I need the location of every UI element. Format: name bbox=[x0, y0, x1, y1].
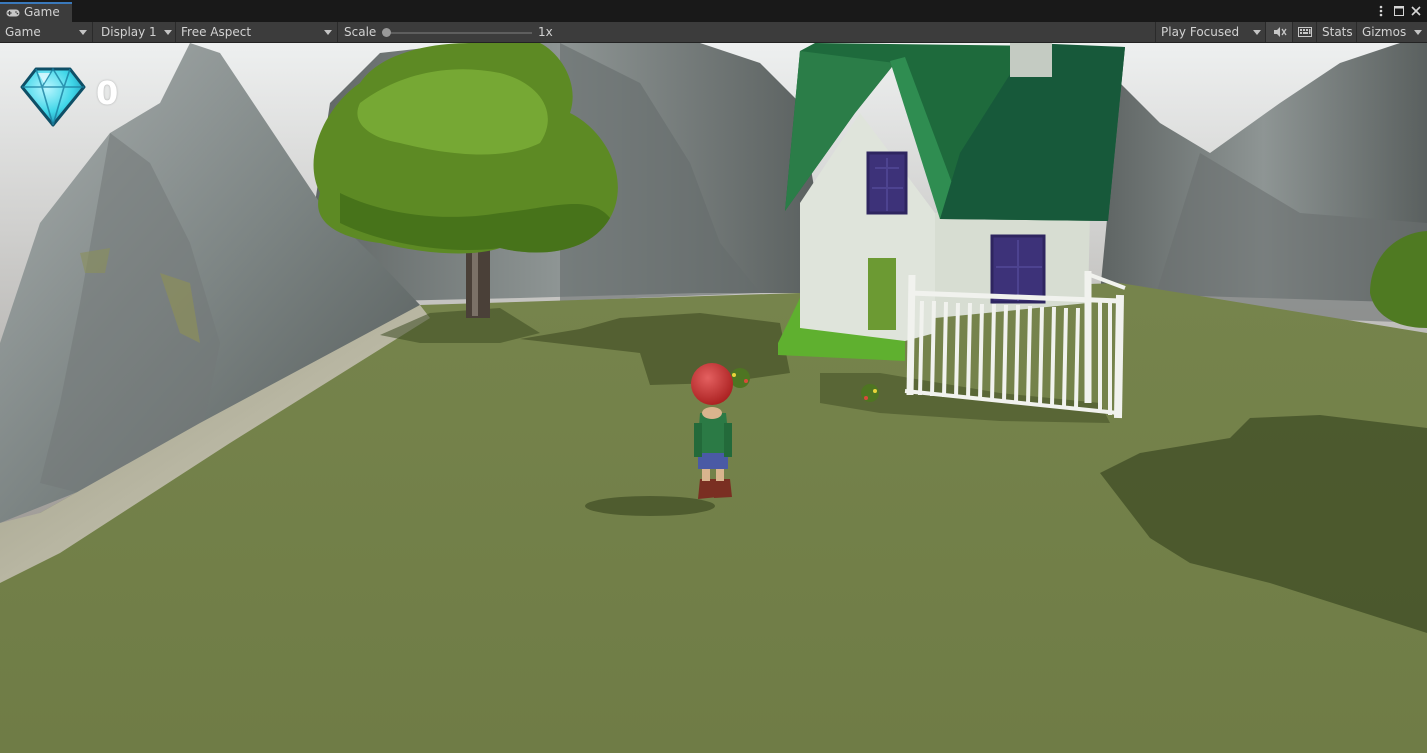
chevron-down-icon bbox=[164, 30, 172, 35]
game-viewport[interactable]: 0 bbox=[0, 43, 1427, 753]
maximize-icon[interactable] bbox=[1392, 3, 1406, 19]
close-icon[interactable] bbox=[1409, 3, 1423, 19]
game-toolbar: Game Display 1 Free Aspect Scale 1x Play… bbox=[0, 22, 1427, 43]
speaker-mute-icon bbox=[1274, 27, 1287, 37]
gamepad-icon bbox=[6, 9, 20, 17]
vertical-ellipsis-icon[interactable] bbox=[1374, 3, 1388, 19]
flower-bush bbox=[730, 368, 750, 388]
chevron-down-icon bbox=[79, 30, 87, 35]
vertical-ellipsis-icon-glyph bbox=[1379, 5, 1383, 17]
aspect-dropdown-value: Free Aspect bbox=[181, 25, 252, 39]
gem-counter: 0 bbox=[96, 74, 119, 112]
mode-dropdown[interactable]: Game bbox=[0, 22, 93, 42]
player-hat bbox=[691, 363, 733, 405]
mute-audio-button[interactable] bbox=[1266, 22, 1293, 42]
unity-game-view: Game Game Display 1 Free Aspect Scale 1x… bbox=[0, 0, 1427, 753]
scale-label: Scale bbox=[344, 25, 377, 39]
diamond-gem-icon bbox=[20, 67, 86, 127]
flower-bush bbox=[861, 384, 879, 402]
shortcuts-button[interactable] bbox=[1293, 22, 1317, 42]
aspect-dropdown[interactable]: Free Aspect bbox=[176, 22, 338, 42]
display-dropdown[interactable]: Display 1 bbox=[96, 22, 176, 42]
maximize-icon-glyph bbox=[1394, 6, 1404, 16]
stats-button[interactable]: Stats bbox=[1317, 22, 1357, 42]
house-chimney bbox=[1010, 43, 1052, 77]
tab-game-label: Game bbox=[24, 5, 60, 19]
scale-slider-track[interactable] bbox=[384, 32, 532, 34]
mode-dropdown-value: Game bbox=[5, 25, 41, 39]
chevron-down-icon bbox=[324, 30, 332, 35]
gizmos-label: Gizmos bbox=[1362, 25, 1407, 39]
scale-value: 1x bbox=[538, 25, 553, 39]
close-icon-glyph bbox=[1411, 6, 1421, 16]
gizmos-dropdown[interactable]: Gizmos bbox=[1357, 22, 1427, 42]
play-mode-dropdown-value: Play Focused bbox=[1161, 25, 1240, 39]
display-dropdown-value: Display 1 bbox=[101, 25, 157, 39]
chevron-down-icon bbox=[1414, 30, 1422, 35]
player-shadow bbox=[585, 496, 715, 516]
house-door bbox=[868, 258, 896, 330]
chevron-down-icon bbox=[1253, 30, 1261, 35]
tab-game[interactable]: Game bbox=[0, 2, 72, 22]
tab-bar: Game bbox=[0, 0, 1427, 22]
play-mode-dropdown[interactable]: Play Focused bbox=[1155, 22, 1266, 42]
scale-slider-thumb[interactable] bbox=[382, 28, 391, 37]
keyboard-icon bbox=[1298, 27, 1312, 37]
game-scene bbox=[0, 43, 1427, 753]
